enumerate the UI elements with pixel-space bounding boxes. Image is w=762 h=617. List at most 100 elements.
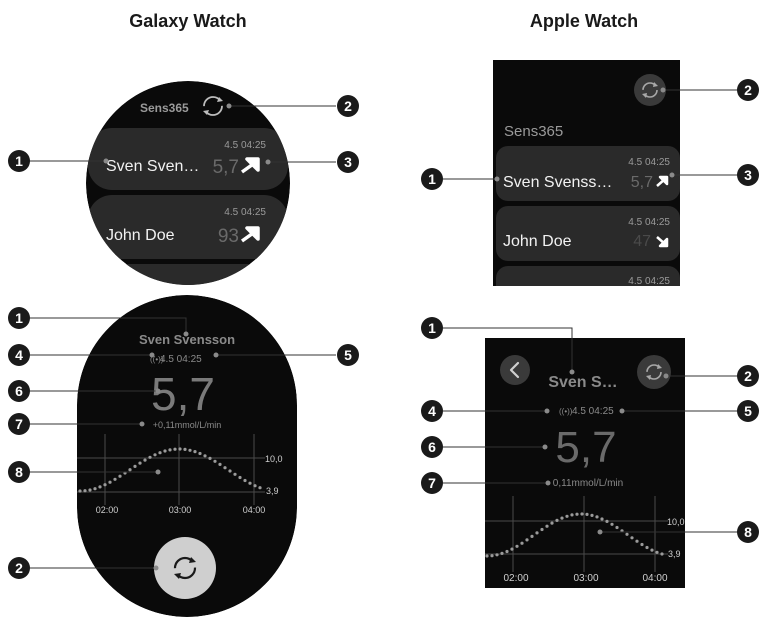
galaxy-list-screen: Sens365 4.5 04:25 Sven Sven… 5,7 4.5 04:… [86, 81, 290, 285]
galaxy-refresh-button[interactable] [154, 537, 216, 599]
curve-dot [163, 449, 167, 453]
galaxy-item-value: 93 [218, 226, 239, 247]
apple-detail-name: Sven S… [548, 374, 617, 391]
apple-item-name: John Doe [503, 233, 572, 250]
galaxy-detail-time: 4.5 04:25 [160, 354, 202, 365]
callout-badge: 1 [8, 150, 30, 172]
curve-dot [550, 521, 554, 525]
callout-badge: 1 [421, 168, 443, 190]
curve-dot [575, 512, 579, 516]
curve-dot [565, 514, 569, 518]
apple-item-value: 5,7 [631, 174, 653, 191]
svg-text:2: 2 [744, 368, 752, 384]
curve-dot [630, 536, 634, 540]
apple-watch-title: Apple Watch [530, 11, 638, 31]
callout-badge: 7 [8, 413, 30, 435]
apple-detail-rate: 0,11mmol/L/min [553, 478, 623, 489]
galaxy-list-item[interactable]: 4.5 04:25 Sven Sven… 5,7 [88, 128, 288, 190]
curve-dot [525, 538, 529, 542]
curve-dot [505, 549, 509, 554]
callout-badge: 2 [737, 365, 759, 387]
curve-dot [248, 481, 252, 485]
curve-dot [615, 525, 619, 530]
apple-item-time: 4.5 04:25 [628, 217, 670, 228]
svg-text:1: 1 [15, 310, 23, 326]
back-button[interactable] [500, 355, 530, 385]
apple-detail-time: 4.5 04:25 [572, 406, 614, 417]
callout-badge: 1 [421, 317, 443, 339]
curve-dot [535, 531, 539, 535]
curve-dot [188, 448, 192, 452]
apple-list-item[interactable]: 4.5 04:25 Sven Svenss… 5,7 [496, 146, 680, 201]
signal-icon: ((•)) [559, 407, 573, 416]
x-axis-label: 04:00 [243, 505, 266, 515]
curve-dot [660, 552, 664, 556]
curve-dot [143, 458, 147, 462]
curve-dot [595, 515, 599, 519]
svg-text:5: 5 [344, 347, 352, 363]
curve-dot [128, 468, 132, 472]
curve-dot [570, 513, 574, 517]
apple-list-item[interactable]: 4.5 04:25 [496, 266, 680, 306]
curve-dot [500, 551, 504, 556]
curve-dot [258, 486, 262, 490]
galaxy-detail-rate: +0,11mmol/L/min [153, 420, 222, 430]
callout-badge: 1 [8, 307, 30, 329]
svg-text:2: 2 [344, 98, 352, 114]
svg-text:3: 3 [744, 167, 752, 183]
curve-dot [510, 547, 514, 551]
curve-dot [168, 448, 172, 452]
chart-high-label: 10,0 [265, 454, 283, 464]
x-axis-label: 02:00 [503, 573, 528, 584]
curve-dot [515, 544, 519, 548]
curve-dot [198, 451, 202, 456]
curve-dot [178, 447, 182, 451]
curve-dot [485, 554, 489, 558]
curve-dot [218, 462, 222, 466]
apple-list-item[interactable]: 4.5 04:25 John Doe 47 [496, 206, 680, 261]
galaxy-item-time: 4.5 04:25 [224, 140, 266, 151]
chart-high-label: 10,0 [667, 517, 685, 527]
curve-dot [540, 527, 544, 532]
galaxy-item-name: Sven Sven… [106, 158, 199, 175]
curve-dot [98, 485, 102, 489]
curve-dot [580, 512, 584, 516]
curve-dot [158, 451, 162, 455]
curve-dot [203, 454, 207, 458]
curve-dot [555, 518, 559, 523]
apple-item-value: 47 [633, 233, 651, 250]
curve-dot [223, 466, 227, 470]
callout-badge: 8 [8, 461, 30, 483]
curve-dot [173, 447, 177, 451]
svg-text:8: 8 [15, 464, 23, 480]
apple-refresh-button[interactable] [637, 355, 671, 389]
svg-text:1: 1 [15, 153, 23, 169]
svg-text:4: 4 [15, 347, 23, 363]
curve-dot [585, 512, 589, 517]
callout-badge: 2 [737, 79, 759, 101]
apple-list-screen: Sens365 4.5 04:25 Sven Svenss… 5,7 4.5 0… [493, 60, 680, 306]
curve-dot [495, 553, 499, 557]
galaxy-detail-value: 5,7 [151, 368, 215, 420]
apple-app-name: Sens365 [504, 123, 563, 140]
curve-dot [108, 480, 112, 484]
curve-dot [183, 447, 187, 451]
svg-text:7: 7 [428, 475, 436, 491]
curve-dot [625, 532, 629, 536]
curve-dot [253, 484, 257, 488]
curve-dot [650, 548, 654, 552]
curve-dot [545, 524, 549, 528]
curve-dot [213, 459, 217, 463]
apple-item-time: 4.5 04:25 [628, 157, 670, 168]
x-axis-label: 03:00 [573, 573, 598, 584]
curve-dot [238, 475, 242, 480]
svg-text:1: 1 [428, 320, 436, 336]
curve-dot [78, 489, 82, 493]
curve-dot [228, 469, 232, 473]
callout-badge: 2 [337, 95, 359, 117]
curve-dot [243, 478, 247, 483]
svg-text:7: 7 [15, 416, 23, 432]
curve-dot [600, 517, 604, 521]
galaxy-list-item[interactable]: 4.5 04:25 John Doe 93 [88, 195, 288, 259]
curve-dot [83, 489, 87, 493]
